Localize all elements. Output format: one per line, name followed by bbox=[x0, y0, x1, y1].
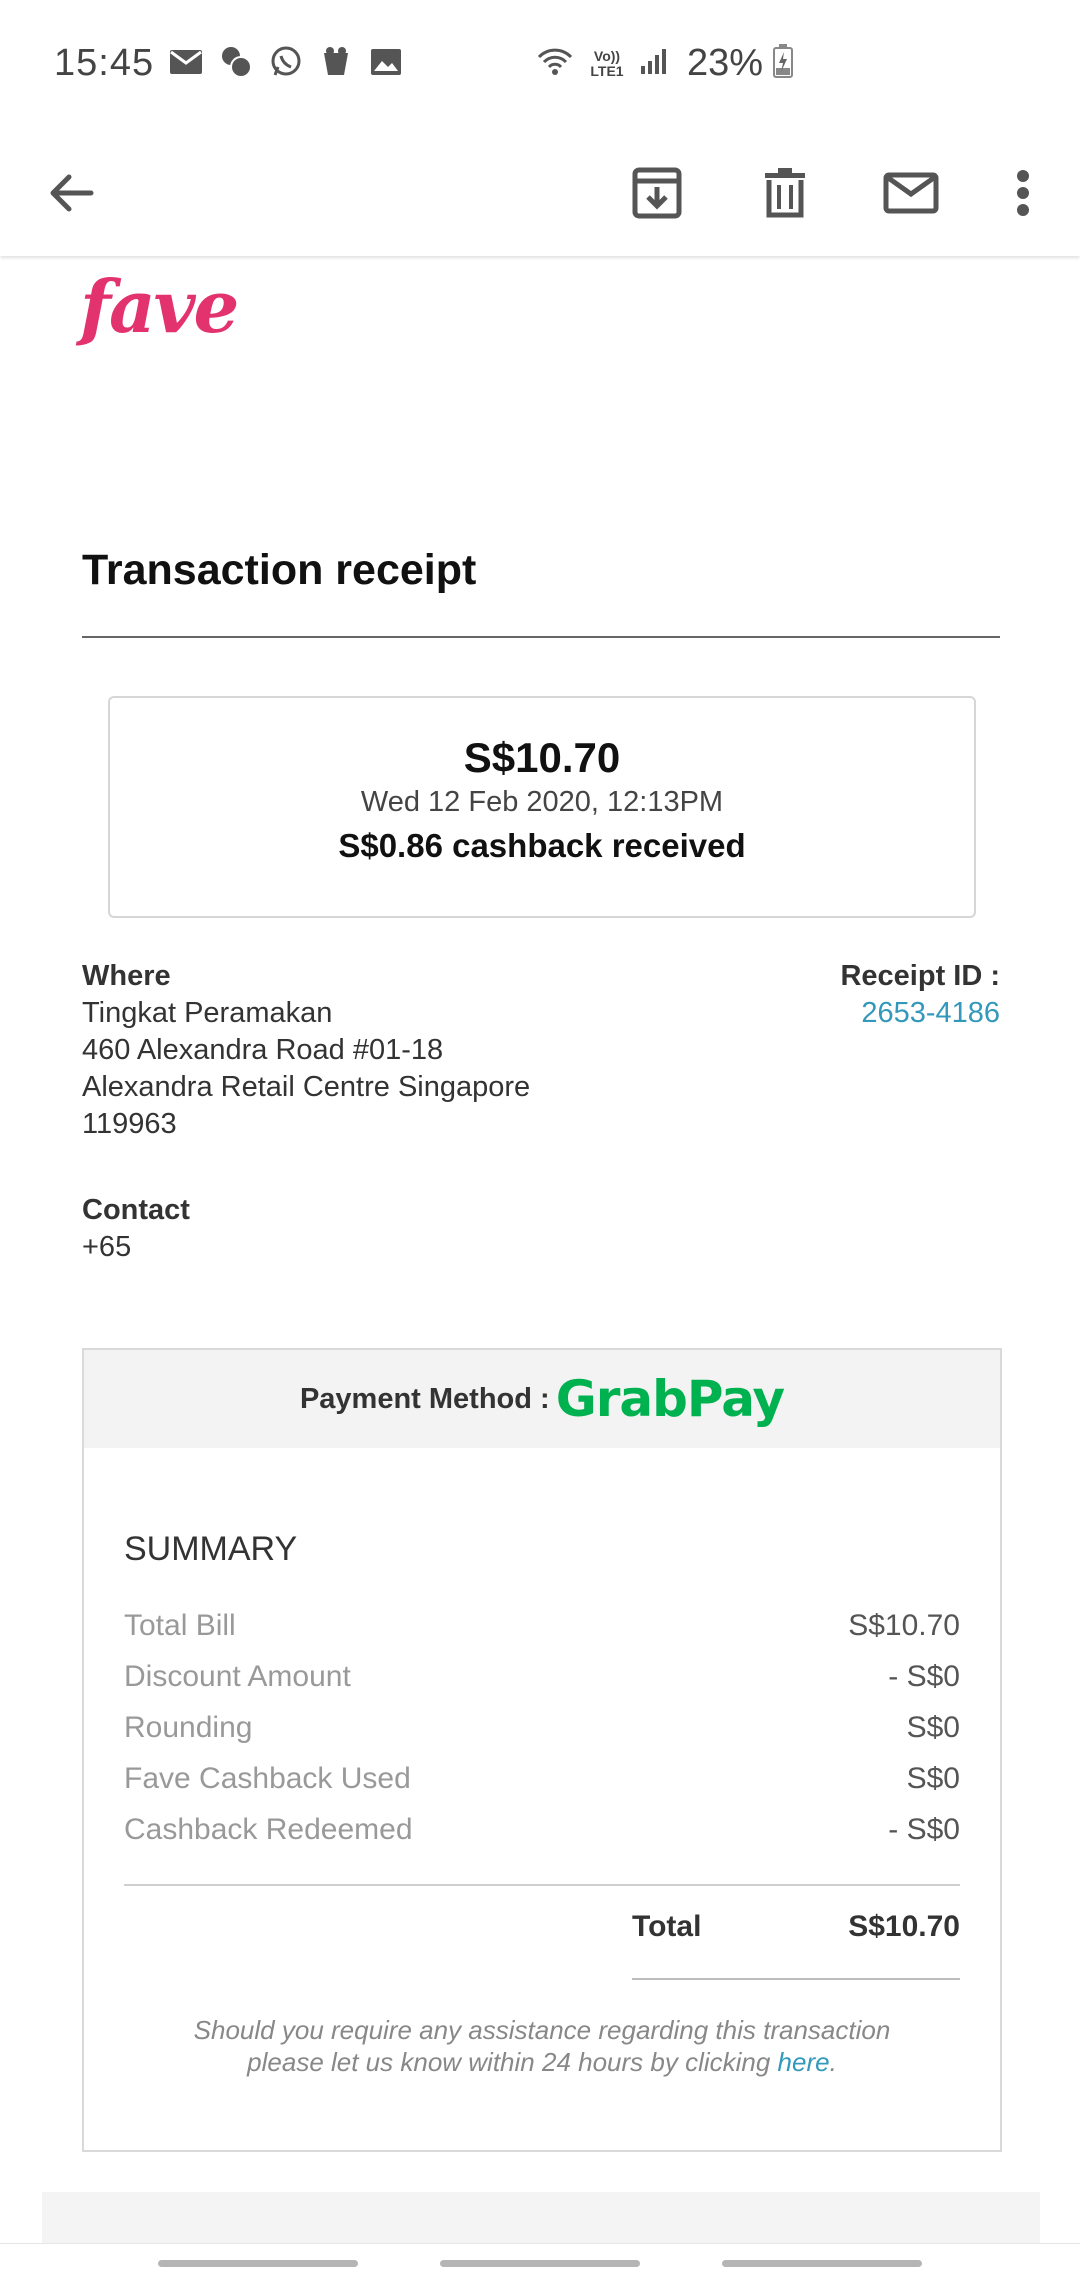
more-options-button[interactable] bbox=[988, 158, 1058, 228]
email-body: fave Transaction receipt S$10.70 Wed 12 … bbox=[0, 258, 1080, 2243]
nav-recents-handle[interactable] bbox=[158, 2260, 358, 2267]
summary-row-cashback-redeemed: Cashback Redeemed - S$0 bbox=[124, 1804, 960, 1855]
assistance-line-1: Should you require any assistance regard… bbox=[193, 2015, 891, 2045]
system-status: Vo)) LTE1 23% bbox=[535, 42, 794, 85]
summary-box: Payment Method : GrabPay SUMMARY Total B… bbox=[82, 1348, 1002, 2152]
summary-label: Cashback Redeemed bbox=[124, 1813, 413, 1846]
assistance-note: Should you require any assistance regard… bbox=[124, 2014, 960, 2078]
title-divider bbox=[82, 636, 1000, 638]
gallery-icon bbox=[368, 44, 404, 80]
total-row: Total S$10.70 bbox=[632, 1910, 960, 1944]
notification-icons bbox=[168, 44, 404, 80]
volte-indicator: Vo)) LTE1 bbox=[590, 47, 624, 79]
total-divider bbox=[632, 1978, 960, 1980]
delete-icon bbox=[765, 168, 805, 218]
game-icon bbox=[318, 44, 354, 80]
contact-label: Contact bbox=[82, 1194, 190, 1226]
summary-value: S$10.70 bbox=[848, 1609, 960, 1642]
back-button[interactable] bbox=[36, 158, 106, 228]
app-bar bbox=[0, 130, 1080, 256]
receipt-block: Receipt ID : 2653-4186 bbox=[840, 958, 1000, 1032]
summary-label: Fave Cashback Used bbox=[124, 1762, 411, 1795]
merchant-name: Tingkat Peramakan bbox=[82, 997, 333, 1029]
payment-method-header: Payment Method : GrabPay bbox=[84, 1350, 1000, 1448]
nav-home-handle[interactable] bbox=[440, 2260, 640, 2267]
summary-row-rounding: Rounding S$0 bbox=[124, 1702, 960, 1753]
summary-row-total-bill: Total Bill S$10.70 bbox=[124, 1600, 960, 1651]
receipt-id-link[interactable]: 2653-4186 bbox=[840, 995, 1000, 1032]
signal-icon bbox=[639, 46, 669, 81]
assistance-text: please let us know within 24 hours by cl… bbox=[247, 2047, 778, 2077]
status-time: 15:45 bbox=[54, 42, 155, 84]
more-vert-icon bbox=[1017, 170, 1029, 216]
postcode: 119963 bbox=[82, 1108, 177, 1140]
whatsapp-icon bbox=[268, 44, 304, 80]
assistance-line-2: please let us know within 24 hours by cl… bbox=[124, 2046, 960, 2078]
summary-label: Total Bill bbox=[124, 1609, 236, 1642]
summary-row-discount: Discount Amount - S$0 bbox=[124, 1651, 960, 1702]
arrow-back-icon bbox=[50, 174, 94, 212]
battery-charging-icon bbox=[773, 44, 794, 83]
summary-value: - S$0 bbox=[888, 1813, 960, 1846]
contact-block: Contact +65 bbox=[82, 1192, 190, 1266]
contact-value[interactable]: +65 bbox=[82, 1229, 190, 1266]
where-label: Where bbox=[82, 960, 171, 992]
nav-back-handle[interactable] bbox=[722, 2260, 922, 2267]
here-link[interactable]: here bbox=[778, 2047, 830, 2077]
where-block: Where Tingkat Peramakan 460 Alexandra Ro… bbox=[82, 958, 682, 1143]
chat-bubbles-icon bbox=[218, 44, 254, 80]
wifi-icon bbox=[535, 45, 575, 82]
total-value: S$10.70 bbox=[848, 1910, 960, 1943]
mail-icon bbox=[883, 172, 939, 214]
summary-row-cashback-used: Fave Cashback Used S$0 bbox=[124, 1753, 960, 1804]
receipt-id-label: Receipt ID : bbox=[840, 960, 1000, 992]
archive-button[interactable] bbox=[622, 158, 692, 228]
summary-label: Rounding bbox=[124, 1711, 253, 1744]
battery-percent: 23% bbox=[687, 42, 764, 84]
grabpay-logo: GrabPay bbox=[555, 1370, 785, 1428]
address-line-1: 460 Alexandra Road #01-18 bbox=[82, 1034, 444, 1066]
navigation-bar bbox=[0, 2243, 1080, 2281]
page-title: Transaction receipt bbox=[82, 546, 477, 594]
email-footer bbox=[42, 2192, 1040, 2243]
summary-divider bbox=[124, 1884, 960, 1886]
cashback-received: S$0.86 cashback received bbox=[338, 827, 746, 864]
summary-rows: Total Bill S$10.70 Discount Amount - S$0… bbox=[124, 1600, 960, 1855]
delete-button[interactable] bbox=[750, 158, 820, 228]
address-line-2: Alexandra Retail Centre Singapore bbox=[82, 1071, 531, 1103]
total-label: Total bbox=[632, 1910, 702, 1943]
amount-card: S$10.70 Wed 12 Feb 2020, 12:13PM S$0.86 … bbox=[108, 696, 976, 918]
archive-icon bbox=[632, 167, 682, 219]
summary-value: S$0 bbox=[906, 1762, 960, 1795]
summary-value: S$0 bbox=[906, 1711, 960, 1744]
fave-logo: fave bbox=[80, 264, 239, 349]
summary-value: - S$0 bbox=[888, 1660, 960, 1693]
amount-value: S$10.70 bbox=[463, 734, 621, 781]
mark-unread-button[interactable] bbox=[876, 158, 946, 228]
summary-label: Discount Amount bbox=[124, 1660, 351, 1693]
status-bar: 15:45 Vo)) LTE1 23% bbox=[0, 0, 1080, 130]
mail-icon bbox=[168, 44, 204, 80]
assistance-period: . bbox=[829, 2047, 837, 2077]
transaction-date: Wed 12 Feb 2020, 12:13PM bbox=[360, 786, 724, 818]
summary-title: SUMMARY bbox=[124, 1530, 298, 1568]
payment-method-label: Payment Method : bbox=[299, 1382, 550, 1415]
